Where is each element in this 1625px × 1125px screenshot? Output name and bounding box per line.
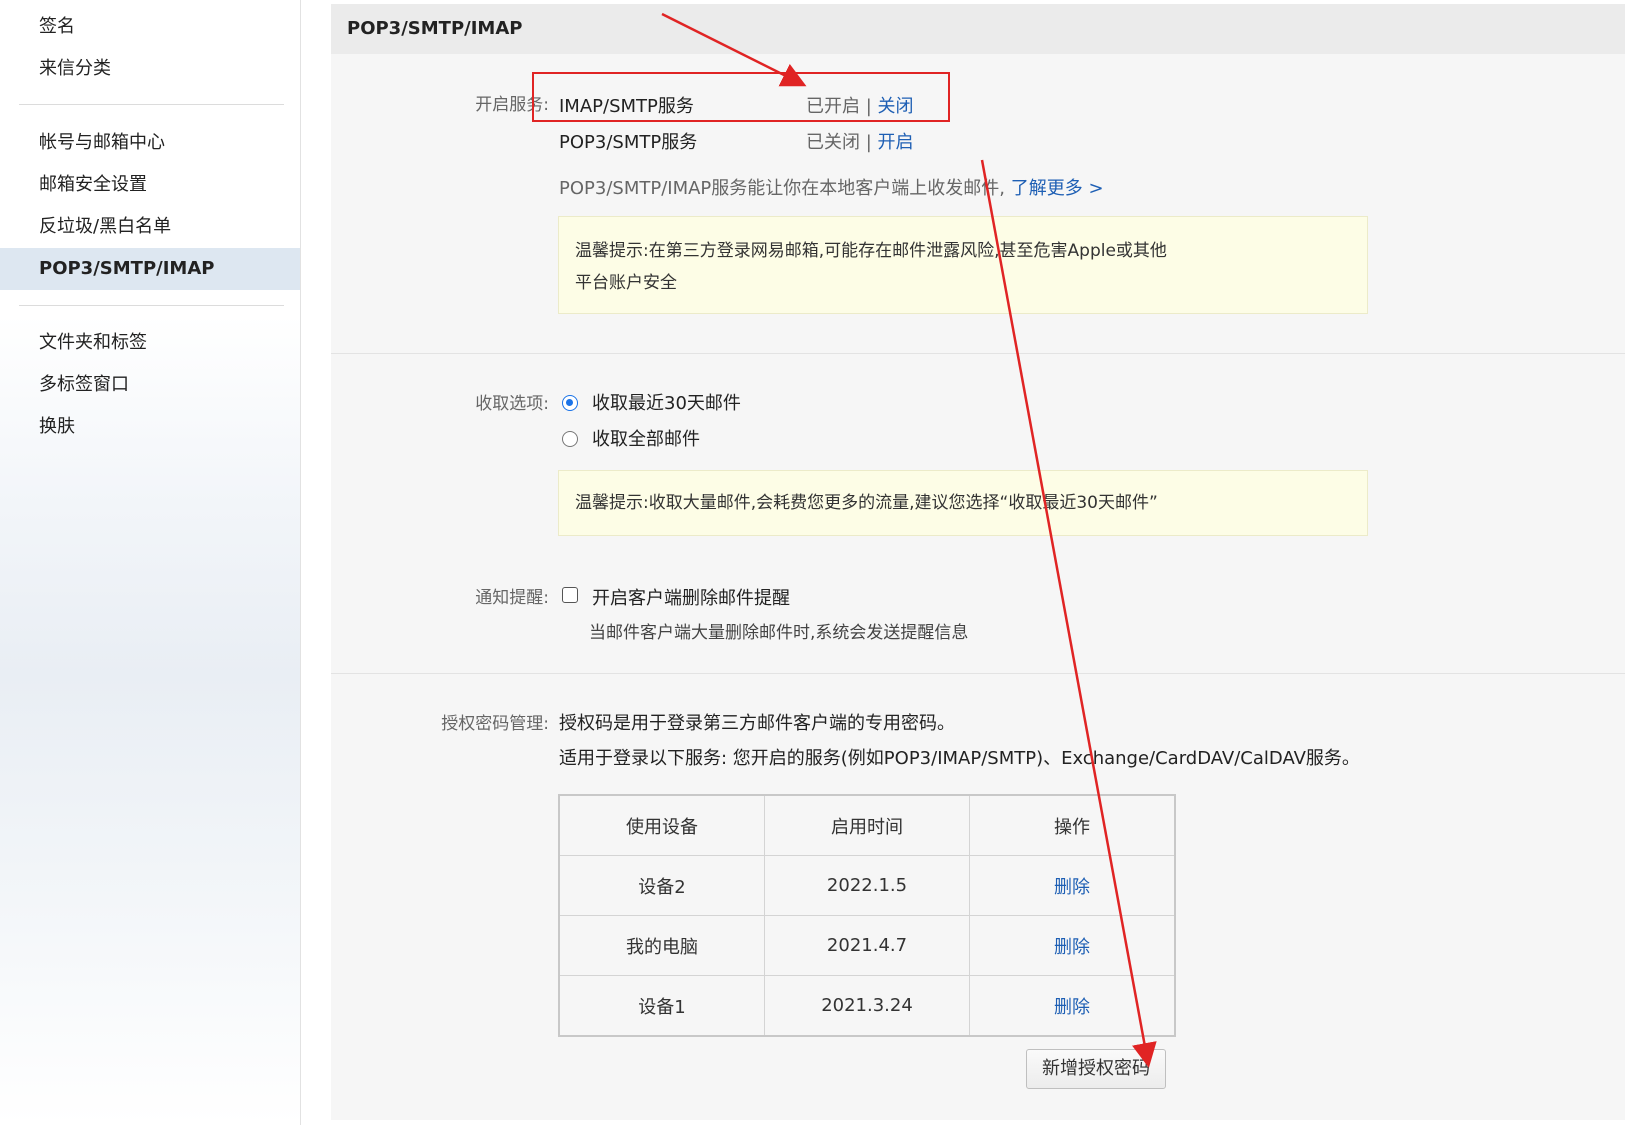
sidebar-item-skin[interactable]: 换肤 — [0, 406, 300, 448]
services-tip-line2: 平台账户安全 — [575, 273, 677, 293]
sidebar-item-mail-filter[interactable]: 来信分类 — [0, 48, 300, 90]
column-header-time: 启用时间 — [764, 794, 970, 856]
sidebar-item-multi-tab[interactable]: 多标签窗口 — [0, 364, 300, 406]
services-label: 开启服务: — [475, 95, 549, 115]
fetch-recent-label[interactable]: 收取最近30天邮件 — [592, 389, 741, 415]
delete-cell: 删除 — [969, 975, 1176, 1037]
fetch-tip-text: 温馨提示:收取大量邮件,会耗费您更多的流量,建议您选择“收取最近30天邮件” — [575, 493, 1158, 513]
learn-more-link[interactable]: 了解更多 > — [1011, 178, 1104, 199]
add-auth-code-button[interactable]: 新增授权密码 — [1026, 1049, 1166, 1089]
section-divider — [331, 353, 1625, 354]
pop3-open-link[interactable]: 开启 — [878, 132, 914, 153]
auth-device-table: 使用设备 启用时间 操作 设备2 2022.1.5 删除 我的电脑 2021.4… — [558, 794, 1176, 1037]
services-tip-line1: 温馨提示:在第三方登录网易邮箱,可能存在邮件泄露风险,甚至危害Apple或其他 — [575, 241, 1167, 261]
device-cell: 我的电脑 — [558, 915, 765, 976]
fetch-options-label: 收取选项: — [475, 394, 549, 414]
delete-link[interactable]: 删除 — [1054, 937, 1090, 958]
sidebar-divider — [19, 104, 284, 105]
delete-alert-hint: 当邮件客户端大量删除邮件时,系统会发送提醒信息 — [589, 623, 969, 643]
separator: | — [865, 96, 872, 117]
fetch-all-label[interactable]: 收取全部邮件 — [592, 425, 700, 451]
sidebar-divider — [19, 305, 284, 306]
table-row: 设备2 2022.1.5 删除 — [558, 855, 1176, 916]
panel-title: POP3/SMTP/IMAP — [331, 4, 1625, 54]
device-cell: 设备1 — [558, 975, 765, 1037]
sidebar-item-pop3-smtp-imap[interactable]: POP3/SMTP/IMAP — [0, 248, 300, 290]
time-cell: 2021.3.24 — [764, 975, 970, 1037]
imap-service-status-line: 已开启 | 关闭 — [806, 92, 914, 118]
separator: | — [865, 132, 872, 153]
sidebar-item-folders-tags[interactable]: 文件夹和标签 — [0, 322, 300, 364]
sidebar-item-security[interactable]: 邮箱安全设置 — [0, 164, 300, 206]
fetch-warning-tip: 温馨提示:收取大量邮件,会耗费您更多的流量,建议您选择“收取最近30天邮件” — [558, 470, 1368, 536]
column-header-device: 使用设备 — [558, 794, 765, 856]
imap-status: 已开启 — [806, 96, 860, 117]
delete-cell: 删除 — [969, 855, 1176, 916]
sidebar-item-account-center[interactable]: 帐号与邮箱中心 — [0, 122, 300, 164]
settings-panel: POP3/SMTP/IMAP 开启服务: IMAP/SMTP服务 已开启 | 关… — [331, 4, 1625, 1120]
auth-code-desc-line2: 适用于登录以下服务: 您开启的服务(例如POP3/IMAP/SMTP)、Exch… — [559, 748, 1360, 769]
section-divider — [331, 673, 1625, 674]
time-cell: 2022.1.5 — [764, 855, 970, 916]
imap-close-link[interactable]: 关闭 — [878, 96, 914, 117]
delete-link[interactable]: 删除 — [1054, 877, 1090, 898]
services-description: POP3/SMTP/IMAP服务能让你在本地客户端上收发邮件, 了解更多 > — [559, 174, 1104, 200]
pop3-status: 已关闭 — [806, 132, 860, 153]
table-row: 设备1 2021.3.24 删除 — [558, 975, 1176, 1037]
fetch-all-radio[interactable] — [562, 431, 578, 447]
delete-alert-checkbox[interactable] — [562, 587, 578, 603]
delete-alert-label[interactable]: 开启客户端删除邮件提醒 — [592, 584, 790, 610]
services-description-text: POP3/SMTP/IMAP服务能让你在本地客户端上收发邮件, — [559, 178, 1005, 199]
table-header-row: 使用设备 启用时间 操作 — [558, 794, 1176, 856]
column-header-action: 操作 — [969, 794, 1176, 856]
auth-code-label: 授权密码管理: — [441, 714, 549, 734]
delete-link[interactable]: 删除 — [1054, 997, 1090, 1018]
imap-service-name: IMAP/SMTP服务 — [559, 96, 694, 117]
device-cell: 设备2 — [558, 855, 765, 916]
auth-code-desc-line1: 授权码是用于登录第三方邮件客户端的专用密码。 — [559, 713, 955, 734]
table-row: 我的电脑 2021.4.7 删除 — [558, 915, 1176, 976]
sidebar-item-antispam[interactable]: 反垃圾/黑白名单 — [0, 206, 300, 248]
time-cell: 2021.4.7 — [764, 915, 970, 976]
delete-cell: 删除 — [969, 915, 1176, 976]
sidebar-item-signature[interactable]: 签名 — [0, 6, 300, 48]
fetch-recent-radio[interactable] — [562, 395, 578, 411]
pop3-service-status-line: 已关闭 | 开启 — [806, 128, 914, 154]
services-warning-tip: 温馨提示:在第三方登录网易邮箱,可能存在邮件泄露风险,甚至危害Apple或其他 … — [558, 216, 1368, 314]
pop3-service-name: POP3/SMTP服务 — [559, 132, 698, 153]
settings-sidebar: 签名 来信分类 帐号与邮箱中心 邮箱安全设置 反垃圾/黑白名单 POP3/SMT… — [0, 0, 301, 1125]
notify-label: 通知提醒: — [475, 588, 549, 608]
